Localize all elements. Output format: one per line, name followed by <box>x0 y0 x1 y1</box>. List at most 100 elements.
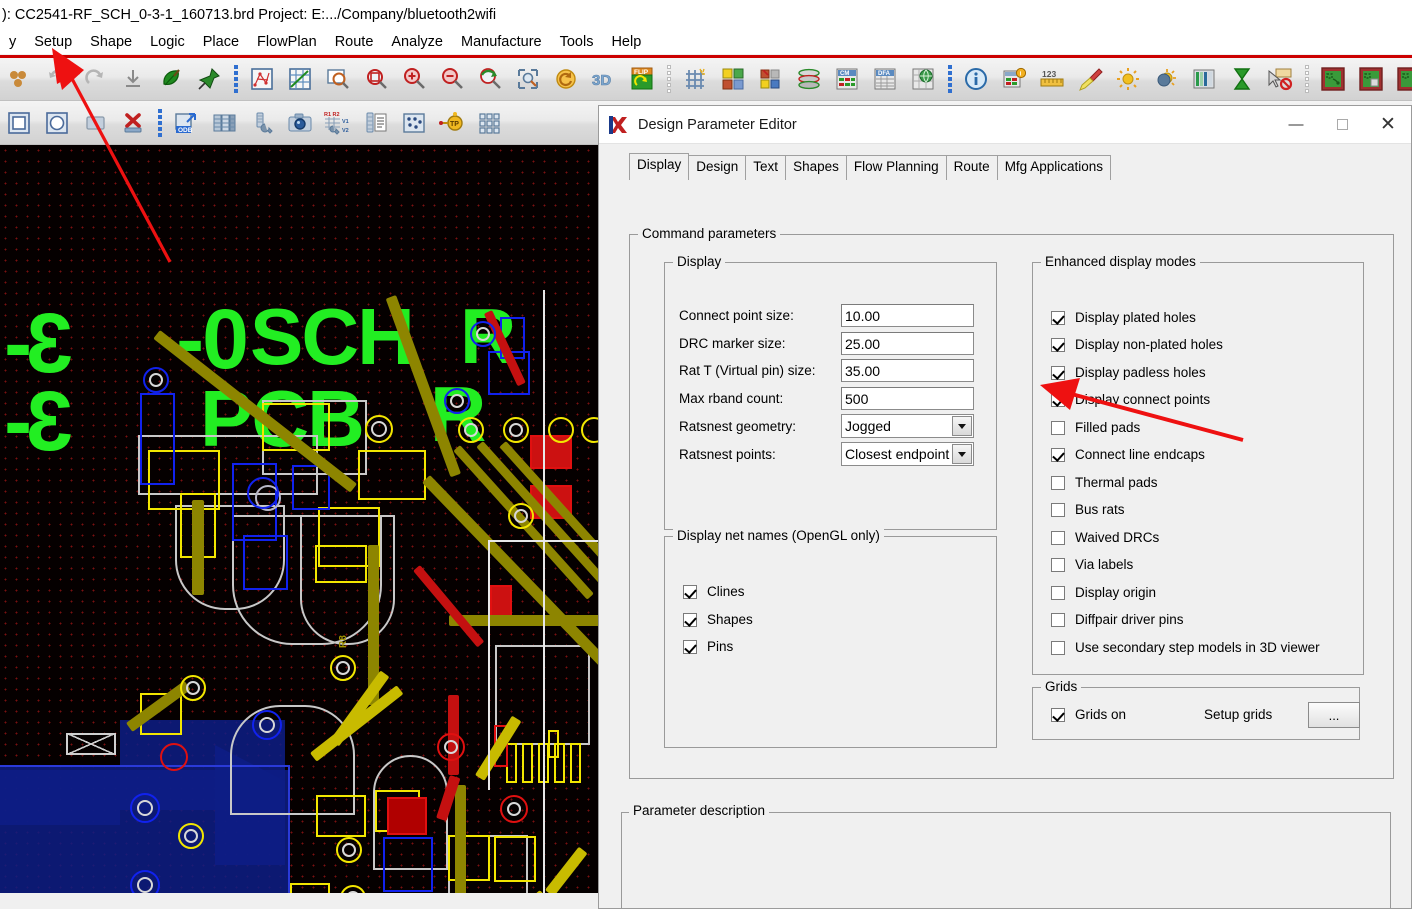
layers-bar-icon[interactable] <box>1185 60 1223 98</box>
checkbox-shapes[interactable]: Shapes <box>683 612 753 627</box>
checkbox-filled-pads[interactable]: Filled pads <box>1051 420 1140 435</box>
checkbox-box[interactable] <box>1051 640 1065 655</box>
checkbox-box[interactable] <box>1051 447 1065 462</box>
stackup-icon[interactable] <box>790 60 828 98</box>
checkbox-box[interactable] <box>1051 707 1065 722</box>
menu-item-tools[interactable]: Tools <box>551 32 603 52</box>
menu-item-help[interactable]: Help <box>602 32 650 52</box>
checkbox-pins[interactable]: Pins <box>683 639 733 654</box>
ncdrill-icon[interactable]: R1 R2 V1 V2 <box>319 104 357 142</box>
ratsnest-icon[interactable] <box>243 60 281 98</box>
menu-item-logic[interactable]: Logic <box>141 32 194 52</box>
rect-shape-icon[interactable] <box>0 104 38 142</box>
close-button[interactable]: ✕ <box>1365 107 1411 143</box>
pcb-drawing[interactable]: GND 3- 3- 0- SCH PCB R R <box>0 145 600 893</box>
checkbox-display-padless-holes[interactable]: Display padless holes <box>1051 365 1206 380</box>
zoom-out-icon[interactable] <box>433 60 471 98</box>
pcb-canvas[interactable]: GND 3- 3- 0- SCH PCB R R <box>0 145 600 893</box>
tab-route[interactable]: Route <box>945 155 998 180</box>
checkbox-box[interactable] <box>1051 530 1065 545</box>
checkbox-box[interactable] <box>1051 310 1065 325</box>
checkbox-box[interactable] <box>1051 475 1065 490</box>
menu-item-manufacture[interactable]: Manufacture <box>452 32 551 52</box>
chevron-down-icon[interactable] <box>952 444 972 464</box>
zoom-fit-icon[interactable] <box>319 60 357 98</box>
checkbox-display-non-plated-holes[interactable]: Display non-plated holes <box>1051 337 1223 352</box>
checkbox-via-labels[interactable]: Via labels <box>1051 557 1133 572</box>
dfa-icon[interactable]: DFA <box>866 60 904 98</box>
dialog-title-bar[interactable]: Design Parameter Editor — ✕ <box>599 106 1411 144</box>
flip-design-icon[interactable]: FLIP <box>623 60 661 98</box>
checkbox-display-connect-points[interactable]: Display connect points <box>1051 392 1210 407</box>
subdrawing-1-icon[interactable] <box>1314 60 1352 98</box>
redo-icon[interactable] <box>76 60 114 98</box>
film-layers-icon[interactable] <box>205 104 243 142</box>
toolbar-grip[interactable] <box>664 62 673 96</box>
ratsnest-points-select[interactable]: Closest endpoint <box>841 442 974 466</box>
checkbox-box[interactable] <box>683 584 697 599</box>
grid-net-icon[interactable] <box>281 60 319 98</box>
brightness-icon[interactable] <box>1109 60 1147 98</box>
checkbox-diffpair-driver-pins[interactable]: Diffpair driver pins <box>1051 612 1184 627</box>
zoom-area-icon[interactable] <box>357 60 395 98</box>
checkbox-box[interactable] <box>1051 612 1065 627</box>
checkbox-connect-line-endcaps[interactable]: Connect line endcaps <box>1051 447 1205 462</box>
menu-item-route[interactable]: Route <box>326 32 383 52</box>
shadow-icon[interactable] <box>1147 60 1185 98</box>
no-cursor-icon[interactable] <box>1261 60 1299 98</box>
color-layers-icon[interactable] <box>714 60 752 98</box>
drill-tool-icon[interactable] <box>243 104 281 142</box>
menu-item-place[interactable]: Place <box>194 32 248 52</box>
toolbar-grip[interactable] <box>231 62 240 96</box>
checkbox-box[interactable] <box>1051 365 1065 380</box>
checkbox-box[interactable] <box>1051 392 1065 407</box>
constraint-manager-icon[interactable]: CM <box>828 60 866 98</box>
zoom-center-icon[interactable] <box>509 60 547 98</box>
tab-display[interactable]: Display <box>629 153 690 180</box>
checkbox-bus-rats[interactable]: Bus rats <box>1051 502 1125 517</box>
drc-marker-size-input[interactable]: 25.00 <box>841 332 974 355</box>
setup-grids-button[interactable]: ... <box>1308 702 1360 728</box>
circle-shape-icon[interactable] <box>38 104 76 142</box>
drill-legend-icon[interactable] <box>357 104 395 142</box>
checkbox-box[interactable] <box>683 639 697 654</box>
checkbox-clines[interactable]: Clines <box>683 584 745 599</box>
checkbox-waived-drcs[interactable]: Waived DRCs <box>1051 530 1159 545</box>
pin-icon[interactable] <box>190 60 228 98</box>
checkbox-box[interactable] <box>683 612 697 627</box>
highlight-icon[interactable] <box>1071 60 1109 98</box>
shape-icon[interactable] <box>0 60 38 98</box>
ratsnest-geometry-select[interactable]: Jogged <box>841 414 974 438</box>
odb-export-icon[interactable]: ODB <box>167 104 205 142</box>
checkbox-box[interactable] <box>1051 420 1065 435</box>
padstack-icon[interactable] <box>395 104 433 142</box>
checkbox-display-origin[interactable]: Display origin <box>1051 585 1156 600</box>
camera-icon[interactable] <box>281 104 319 142</box>
subdrawing-2-icon[interactable] <box>1352 60 1390 98</box>
tab-flow-planning[interactable]: Flow Planning <box>845 155 947 180</box>
menu-item-setup[interactable]: Setup <box>25 32 81 52</box>
checkbox-use-secondary-step-models[interactable]: Use secondary step models in 3D viewer <box>1051 640 1320 655</box>
measure-icon[interactable]: 123 <box>1033 60 1071 98</box>
global-web-icon[interactable] <box>904 60 942 98</box>
tab-shapes[interactable]: Shapes <box>785 155 847 180</box>
toolbar-grip[interactable] <box>1302 62 1311 96</box>
checkbox-box[interactable] <box>1051 502 1065 517</box>
grid-toggle-icon[interactable] <box>676 60 714 98</box>
download-icon[interactable] <box>114 60 152 98</box>
checkbox-thermal-pads[interactable]: Thermal pads <box>1051 475 1158 490</box>
hourglass-icon[interactable] <box>1223 60 1261 98</box>
checkbox-box[interactable] <box>1051 585 1065 600</box>
panel-icon[interactable] <box>471 104 509 142</box>
info-icon[interactable] <box>957 60 995 98</box>
tab-text[interactable]: Text <box>745 155 787 180</box>
checkbox-display-plated-holes[interactable]: Display plated holes <box>1051 310 1196 325</box>
rat-t-size-input[interactable]: 35.00 <box>841 359 974 382</box>
element-info-icon[interactable]: i <box>995 60 1033 98</box>
checkbox-box[interactable] <box>1051 337 1065 352</box>
checkbox-box[interactable] <box>1051 557 1065 572</box>
fill-shape-icon[interactable] <box>76 104 114 142</box>
menu-item-flowplan[interactable]: FlowPlan <box>248 32 326 52</box>
undo-icon[interactable] <box>38 60 76 98</box>
refresh-icon[interactable] <box>547 60 585 98</box>
